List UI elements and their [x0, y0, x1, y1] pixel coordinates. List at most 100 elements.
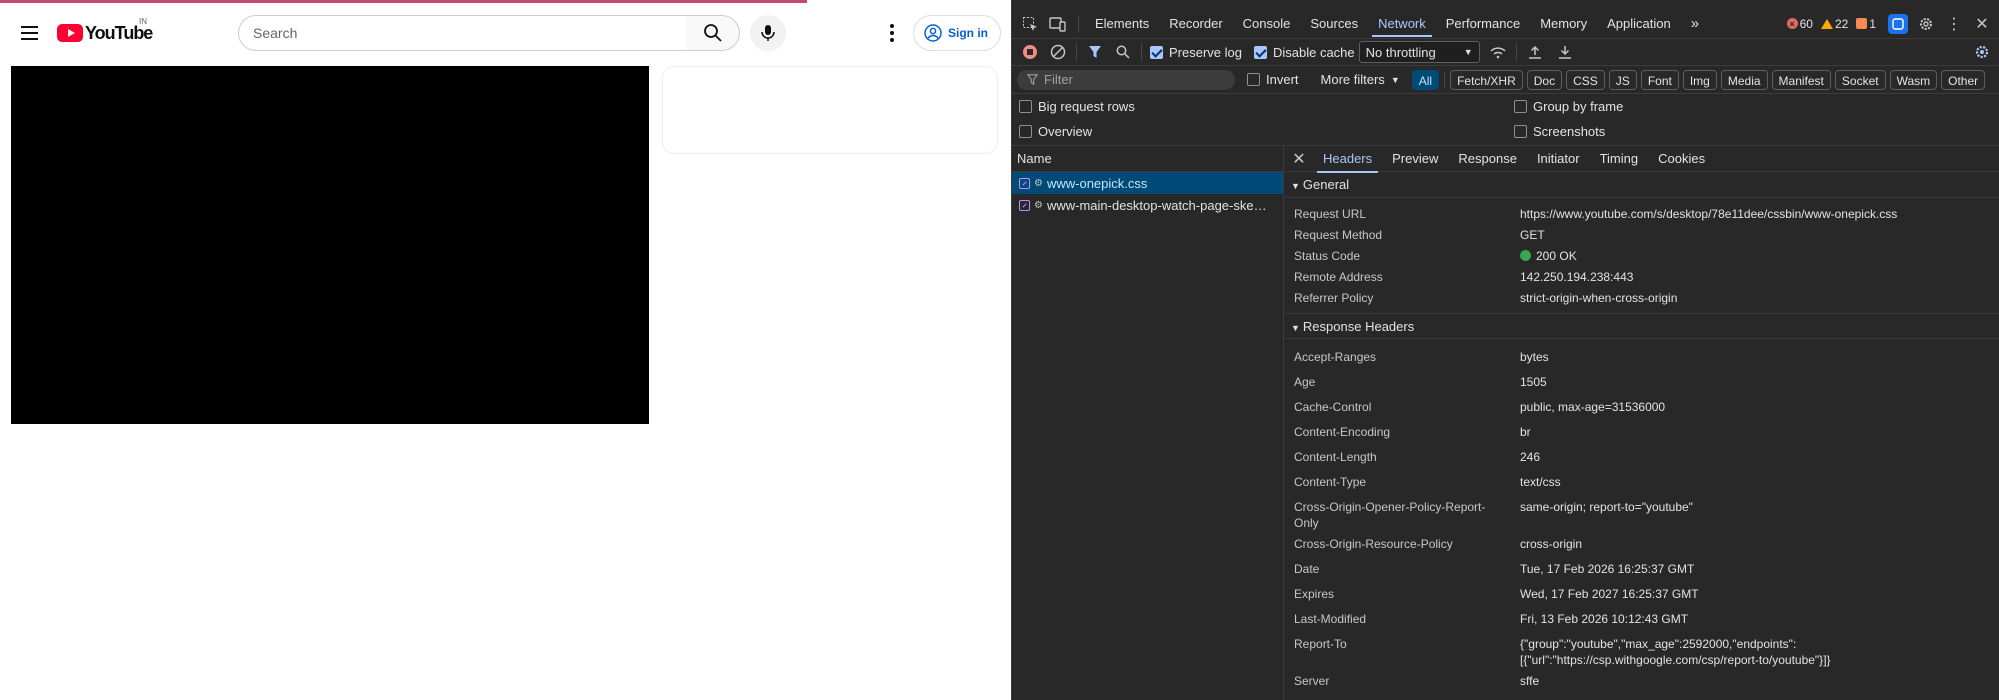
- export-har-icon[interactable]: [1555, 42, 1575, 62]
- request-detail-pane: ✕ Headers Preview Response Initiator Tim…: [1285, 146, 1999, 700]
- header-row: Content-Encoding br: [1294, 425, 1531, 439]
- type-filter-img[interactable]: Img: [1682, 69, 1717, 90]
- devtools-panel: Elements Recorder Console Sources Networ…: [1011, 0, 1999, 700]
- microphone-icon: [761, 25, 775, 41]
- close-detail-icon[interactable]: ✕: [1285, 149, 1313, 169]
- customize-kebab-icon[interactable]: ⋮: [1944, 14, 1964, 34]
- tab-preview[interactable]: Preview: [1382, 146, 1448, 172]
- clear-log-icon[interactable]: [1048, 42, 1068, 62]
- inspect-element-icon[interactable]: [1020, 14, 1040, 34]
- header-row: Remote Address 142.250.194.238:443: [1294, 269, 1634, 284]
- page-load-progress-bar: [0, 0, 807, 3]
- request-row[interactable]: ⚙ www-main-desktop-watch-page-ske…: [1012, 194, 1283, 216]
- header-row: Cache-Control public, max-age=31536000: [1294, 400, 1666, 414]
- dropdown-arrow-icon: ▼: [1463, 47, 1473, 57]
- ai-assistance-icon[interactable]: [1888, 13, 1908, 34]
- network-toolbar: Preserve log Disable cache No throttling…: [1012, 39, 1999, 65]
- sign-in-label: Sign in: [948, 26, 988, 40]
- settings-gear-icon[interactable]: [1916, 14, 1936, 34]
- preserve-log-checkbox[interactable]: Preserve log: [1150, 45, 1242, 60]
- youtube-logo[interactable]: YouTube IN: [57, 17, 153, 43]
- record-stop-icon[interactable]: [1020, 42, 1040, 62]
- big-request-rows-checkbox[interactable]: Big request rows: [1019, 99, 1135, 114]
- name-column-header[interactable]: Name: [1012, 146, 1283, 172]
- tab-initiator[interactable]: Initiator: [1527, 146, 1590, 172]
- expand-triangle-icon: ▼: [1291, 323, 1300, 333]
- invert-checkbox[interactable]: Invert: [1247, 72, 1299, 87]
- disable-cache-checkbox[interactable]: Disable cache: [1253, 45, 1355, 60]
- type-filter-all[interactable]: All: [1411, 69, 1440, 90]
- device-toolbar-icon[interactable]: [1048, 14, 1068, 34]
- group-by-frame-checkbox[interactable]: Group by frame: [1514, 99, 1623, 114]
- error-icon: ×: [1786, 18, 1798, 29]
- type-filter-css[interactable]: CSS: [1566, 69, 1605, 90]
- header-row: Date Tue, 17 Feb 2026 16:25:37 GMT: [1294, 562, 1695, 576]
- tab-response[interactable]: Response: [1448, 146, 1527, 172]
- hamburger-menu-icon[interactable]: [14, 18, 44, 48]
- country-code: IN: [139, 17, 147, 26]
- search-button[interactable]: [686, 15, 740, 51]
- response-headers-section-header[interactable]: ▼ Response Headers: [1285, 313, 1999, 339]
- checkbox-unchecked-icon: [1514, 125, 1527, 138]
- type-filter-js[interactable]: JS: [1608, 69, 1637, 90]
- checkbox-unchecked-icon: [1019, 125, 1032, 138]
- tab-sources[interactable]: Sources: [1300, 11, 1368, 36]
- type-filter-media[interactable]: Media: [1720, 69, 1768, 90]
- throttling-select[interactable]: No throttling ▼: [1358, 41, 1480, 63]
- type-filter-wasm[interactable]: Wasm: [1889, 69, 1938, 90]
- error-counter[interactable]: × 60: [1786, 17, 1813, 31]
- request-list: Name ⚙ www-onepick.css ⚙ www-main-deskto…: [1012, 146, 1284, 700]
- tab-cookies[interactable]: Cookies: [1648, 146, 1715, 172]
- tab-console[interactable]: Console: [1233, 11, 1301, 36]
- css-file-icon: [1019, 199, 1030, 211]
- request-row[interactable]: ⚙ www-onepick.css: [1012, 172, 1283, 194]
- screenshots-checkbox[interactable]: Screenshots: [1514, 124, 1605, 139]
- youtube-page: YouTube IN Sign in: [0, 0, 1011, 700]
- tab-elements[interactable]: Elements: [1085, 11, 1159, 36]
- type-filter-font[interactable]: Font: [1640, 69, 1679, 90]
- type-filter-manifest[interactable]: Manifest: [1771, 69, 1831, 90]
- header-row: Accept-Ranges bytes: [1294, 350, 1549, 364]
- header-row: Content-Type text/css: [1294, 475, 1561, 489]
- general-section-header[interactable]: ▼ General: [1285, 172, 1999, 198]
- voice-search-button[interactable]: [750, 15, 786, 51]
- filter-funnel-icon[interactable]: [1085, 42, 1105, 62]
- sidebar-placeholder-card: [662, 66, 998, 154]
- sign-in-button[interactable]: Sign in: [913, 15, 1001, 51]
- tab-performance[interactable]: Performance: [1436, 11, 1530, 36]
- tab-recorder[interactable]: Recorder: [1159, 11, 1232, 36]
- network-conditions-icon[interactable]: [1488, 42, 1508, 62]
- video-player[interactable]: [11, 66, 649, 424]
- header-row: Referrer Policy strict-origin-when-cross-…: [1294, 290, 1678, 305]
- warning-counter[interactable]: 22: [1820, 17, 1848, 31]
- tab-headers[interactable]: Headers: [1313, 146, 1382, 173]
- import-har-icon[interactable]: [1525, 42, 1545, 62]
- tab-memory[interactable]: Memory: [1530, 11, 1597, 36]
- header-row: Report-To {"group":"youtube","max_age":25…: [1294, 637, 1831, 667]
- gear-icon: ⚙: [1034, 199, 1043, 211]
- filter-funnel-icon: [1027, 74, 1038, 85]
- settings-kebab-icon[interactable]: [880, 18, 904, 48]
- type-filter-doc[interactable]: Doc: [1526, 69, 1563, 90]
- type-filter-socket[interactable]: Socket: [1834, 69, 1886, 90]
- more-filters-dropdown[interactable]: More filters ▼: [1321, 72, 1400, 87]
- checkbox-unchecked-icon: [1247, 73, 1260, 86]
- filter-input[interactable]: Filter: [1017, 69, 1235, 90]
- type-filter-other[interactable]: Other: [1941, 69, 1986, 90]
- search-icon[interactable]: [1113, 42, 1133, 62]
- more-tabs-chevron-icon[interactable]: »: [1681, 11, 1709, 36]
- overview-checkbox[interactable]: Overview: [1019, 124, 1092, 139]
- header-row: Age 1505: [1294, 375, 1547, 389]
- tab-application[interactable]: Application: [1597, 11, 1681, 36]
- type-filter-fetch-xhr[interactable]: Fetch/XHR: [1450, 69, 1523, 90]
- header-row: Last-Modified Fri, 13 Feb 2026 10:12:43 G…: [1294, 612, 1689, 626]
- search-input[interactable]: [253, 25, 686, 41]
- divider: [1012, 93, 1999, 94]
- tab-timing[interactable]: Timing: [1590, 146, 1649, 172]
- close-devtools-icon[interactable]: ✕: [1972, 14, 1992, 34]
- network-settings-gear-icon[interactable]: [1972, 42, 1992, 62]
- warning-icon: [1820, 18, 1833, 29]
- checkbox-checked-icon: [1150, 45, 1163, 59]
- tab-network[interactable]: Network: [1368, 11, 1436, 37]
- issues-counter[interactable]: 1: [1856, 17, 1876, 31]
